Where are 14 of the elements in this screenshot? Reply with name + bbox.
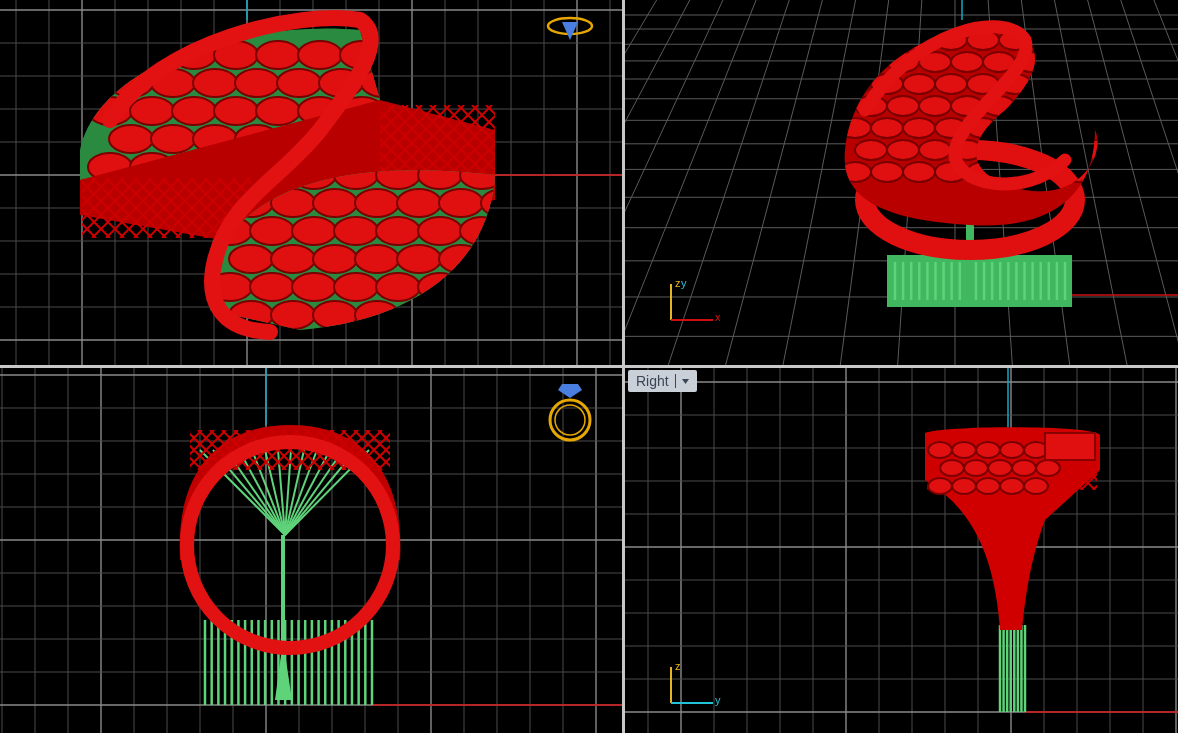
viewport-panel[interactable]: Right z y (625, 368, 1178, 733)
viewport-panel[interactable]: zy x (625, 0, 1178, 365)
axis-lines-icon (669, 665, 715, 705)
ring-icon (546, 14, 594, 42)
axis-label: z (675, 661, 681, 672)
viewport-title-tab[interactable]: Right (628, 370, 697, 392)
axis-lines-icon (669, 282, 715, 322)
axis-label: y (681, 278, 687, 289)
viewport-panel[interactable] (0, 368, 622, 733)
axis-label: x (715, 312, 721, 323)
axis-label: z (675, 278, 681, 289)
axis-label: y (715, 695, 721, 706)
caret-icon (681, 378, 689, 384)
viewport-panel[interactable] (0, 0, 622, 365)
